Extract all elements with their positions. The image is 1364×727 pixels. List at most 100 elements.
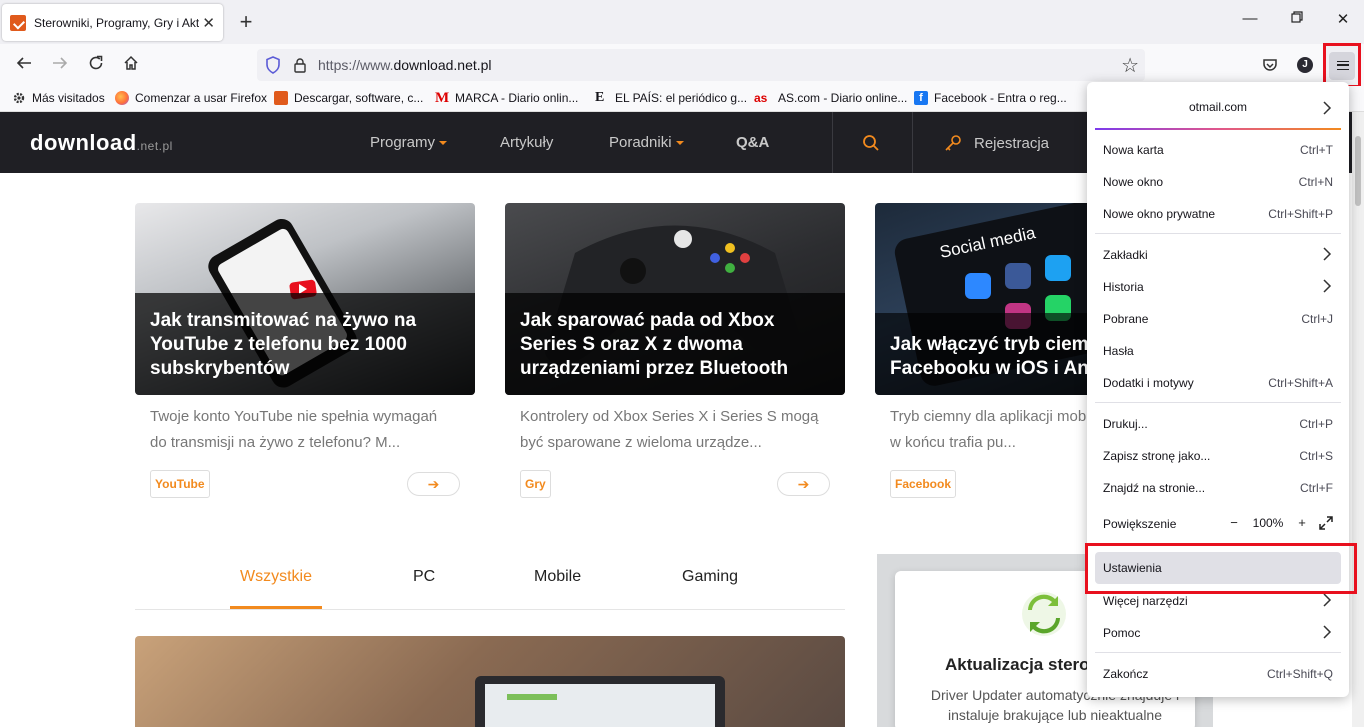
menu-item-new-window[interactable]: Nowe okno Ctrl+N	[1095, 166, 1341, 198]
nav-poradniki[interactable]: Poradniki	[609, 134, 684, 151]
category-tabs: Wszystkie PC Mobile Gaming	[135, 560, 845, 610]
pocket-icon[interactable]	[1259, 54, 1281, 76]
scrollbar-thumb[interactable]	[1355, 136, 1361, 206]
read-more-button[interactable]: ➔	[777, 472, 830, 496]
nav-artykuly[interactable]: Artykuły	[500, 134, 553, 151]
menu-item-save-page-as[interactable]: Zapisz stronę jako... Ctrl+S	[1095, 440, 1341, 472]
article-tag[interactable]: YouTube	[150, 470, 210, 498]
menu-item-shortcut: Ctrl+J	[1301, 312, 1333, 326]
site-search-button[interactable]	[862, 134, 880, 157]
menu-separator	[1095, 652, 1341, 653]
menu-item-passwords[interactable]: Hasła	[1095, 335, 1341, 367]
logo-text: download	[30, 130, 137, 155]
bookmark-label: MARCA - Diario onlin...	[455, 91, 579, 105]
site-logo[interactable]: download.net.pl	[30, 130, 173, 156]
forward-button[interactable]	[47, 53, 73, 77]
bookmark-label: Más visitados	[32, 91, 105, 105]
bookmark-item[interactable]: Comenzar a usar Firefox	[115, 91, 267, 105]
menu-item-label: Ustawienia	[1103, 561, 1162, 575]
article-card[interactable]: Jak transmitować na żywo na YouTube z te…	[135, 203, 475, 498]
url-bar[interactable]: https://www.download.net.pl ☆	[257, 49, 1145, 81]
tab-mobile[interactable]: Mobile	[534, 568, 581, 586]
zoom-in-button[interactable]: +	[1293, 514, 1311, 532]
tracking-protection-shield-icon[interactable]	[265, 56, 281, 74]
menu-item-label: Zakończ	[1103, 667, 1149, 681]
menu-item-find-in-page[interactable]: Znajdź na stronie... Ctrl+F	[1095, 472, 1341, 504]
zoom-controls: − 100% +	[1225, 514, 1333, 532]
menu-item-help[interactable]: Pomoc	[1095, 617, 1341, 649]
article-tag[interactable]: Facebook	[890, 470, 957, 498]
nav-programy[interactable]: Programy	[370, 134, 448, 151]
menu-item-settings[interactable]: Ustawienia	[1095, 552, 1341, 584]
browser-tab-active[interactable]: Sterowniki, Programy, Gry i Aktu ✕	[2, 4, 223, 41]
bookmark-item[interactable]: M MARCA - Diario onlin...	[435, 90, 579, 106]
register-link[interactable]: Rejestracja	[944, 134, 1049, 152]
tab-wszystkie[interactable]: Wszystkie	[240, 568, 312, 586]
article-title[interactable]: Jak transmitować na żywo na YouTube z te…	[150, 309, 460, 381]
bookmark-label: Facebook - Entra o reg...	[934, 91, 1067, 105]
header-divider	[832, 112, 833, 173]
zoom-reset-button[interactable]: 100%	[1251, 516, 1285, 530]
tab-gaming[interactable]: Gaming	[682, 568, 738, 586]
menu-item-label: Hasła	[1103, 344, 1134, 358]
chevron-right-icon	[1323, 625, 1332, 639]
chevron-right-icon	[1323, 593, 1332, 607]
account-avatar-icon[interactable]: J	[1297, 57, 1313, 73]
tab-pc[interactable]: PC	[413, 568, 435, 586]
reload-button[interactable]	[83, 53, 109, 77]
active-tab-indicator	[230, 606, 322, 609]
tab-title: Sterowniki, Programy, Gry i Aktu	[34, 15, 199, 30]
navigation-bar: https://www.download.net.pl ☆ J	[0, 44, 1364, 86]
chevron-right-icon	[1323, 101, 1332, 115]
bookmark-star-icon[interactable]: ☆	[1121, 53, 1139, 78]
featured-article-image[interactable]	[135, 636, 845, 727]
article-image[interactable]: Jak transmitować na żywo na YouTube z te…	[135, 203, 475, 395]
bookmark-item[interactable]: f Facebook - Entra o reg...	[914, 91, 1067, 105]
marca-icon: M	[435, 90, 450, 106]
account-menu-item[interactable]: otmail.com	[1095, 90, 1341, 126]
menu-item-addons-themes[interactable]: Dodatki i motywy Ctrl+Shift+A	[1095, 367, 1341, 399]
menu-item-downloads[interactable]: Pobrane Ctrl+J	[1095, 303, 1341, 335]
menu-item-label: Nowa karta	[1103, 143, 1164, 157]
menu-button-highlight	[1329, 52, 1355, 80]
menu-item-bookmarks[interactable]: Zakładki	[1095, 239, 1341, 271]
url-text[interactable]: https://www.download.net.pl	[318, 57, 492, 73]
article-title[interactable]: Jak sparować pada od Xbox Series S oraz …	[520, 309, 830, 381]
fullscreen-expand-icon[interactable]	[1319, 516, 1333, 530]
account-email: otmail.com	[1188, 100, 1247, 114]
menu-item-new-private-window[interactable]: Nowe okno prywatne Ctrl+Shift+P	[1095, 198, 1341, 230]
header-divider	[912, 112, 913, 173]
article-image[interactable]: Jak sparować pada od Xbox Series S oraz …	[505, 203, 845, 395]
menu-item-new-tab[interactable]: Nowa karta Ctrl+T	[1095, 134, 1341, 166]
menu-item-label: Pobrane	[1103, 312, 1149, 326]
menu-item-label: Nowe okno	[1103, 175, 1164, 189]
page-scrollbar[interactable]	[1352, 112, 1364, 727]
nav-qa[interactable]: Q&A	[736, 134, 769, 151]
minimize-button[interactable]: —	[1240, 10, 1260, 30]
new-tab-button[interactable]: +	[232, 8, 260, 36]
menu-item-shortcut: Ctrl+Shift+A	[1268, 376, 1333, 390]
download-icon	[274, 91, 288, 105]
read-more-button[interactable]: ➔	[407, 472, 460, 496]
bookmark-item[interactable]: E EL PAÍS: el periódico g...	[595, 91, 747, 106]
restore-button[interactable]	[1287, 10, 1307, 30]
bookmark-item[interactable]: Descargar, software, c...	[274, 91, 423, 105]
lock-icon[interactable]	[293, 57, 307, 73]
menu-item-label: Więcej narzędzi	[1103, 594, 1188, 608]
article-card[interactable]: Jak sparować pada od Xbox Series S oraz …	[505, 203, 845, 498]
home-button[interactable]	[118, 53, 144, 77]
back-button[interactable]	[11, 53, 37, 77]
bookmark-item[interactable]: Más visitados	[12, 91, 105, 105]
menu-item-history[interactable]: Historia	[1095, 271, 1341, 303]
close-window-button[interactable]: ✕	[1333, 10, 1353, 30]
bookmark-item[interactable]: as AS.com - Diario online...	[754, 91, 907, 105]
zoom-out-button[interactable]: −	[1225, 514, 1243, 532]
menu-separator	[1095, 233, 1341, 234]
menu-item-print[interactable]: Drukuj... Ctrl+P	[1095, 408, 1341, 440]
article-tag[interactable]: Gry	[520, 470, 551, 498]
menu-item-more-tools[interactable]: Więcej narzędzi	[1095, 585, 1341, 617]
menu-item-label: Drukuj...	[1103, 417, 1148, 431]
menu-item-quit[interactable]: Zakończ Ctrl+Shift+Q	[1095, 658, 1341, 690]
close-tab-icon[interactable]: ✕	[202, 14, 215, 32]
menu-item-label: Znajdź na stronie...	[1103, 481, 1206, 495]
